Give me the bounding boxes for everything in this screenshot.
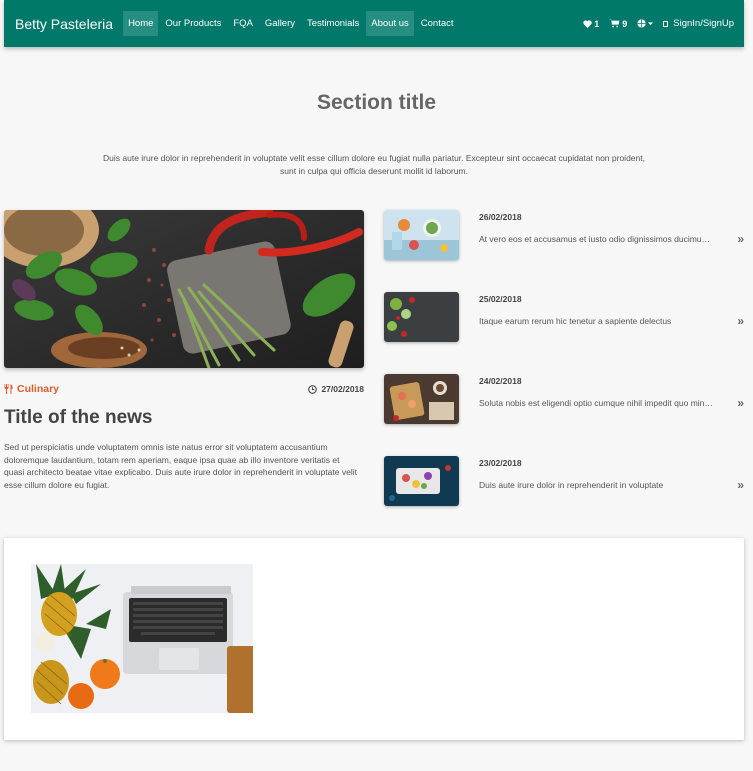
side-news-text: Itaque earum rerum hic tenetur a sapient…: [479, 316, 672, 326]
side-news-date: 26/02/2018: [479, 212, 522, 222]
brand-logo[interactable]: Betty Pasteleria: [15, 16, 113, 32]
user-icon: [663, 20, 669, 27]
featured-date-label: 27/02/2018: [321, 384, 364, 394]
top-navbar: Betty Pasteleria Home Our Products FQA G…: [4, 0, 744, 47]
caret-down-icon: [648, 21, 654, 25]
nav-link-contact[interactable]: Contact: [416, 11, 459, 36]
side-news-text: Soluta nobis est eligendi optio cumque n…: [479, 398, 714, 408]
wishlist-count: 1: [594, 18, 600, 29]
side-news-thumbnail: [384, 292, 459, 342]
news-category[interactable]: Culinary: [4, 383, 59, 395]
cart-icon: [609, 19, 620, 28]
nav-link-our-products[interactable]: Our Products: [160, 11, 226, 36]
language-dropdown[interactable]: [637, 19, 654, 28]
laptop-pineapple-image: [31, 564, 253, 713]
featured-news-meta: Culinary 27/02/2018: [4, 383, 364, 395]
side-news-text: Duis aute irure dolor in reprehenderit i…: [479, 480, 664, 490]
featured-news-image[interactable]: [4, 210, 364, 368]
content-card: [4, 538, 744, 740]
section-description: Duis aute irure dolor in reprehenderit i…: [103, 153, 645, 176]
globe-icon: [637, 19, 646, 28]
nav-link-fqa[interactable]: FQA: [228, 11, 258, 36]
nav-actions: 1 9 SignIn/SignUp: [583, 18, 734, 29]
fork-knife-icon: [4, 384, 13, 394]
category-label: Culinary: [17, 383, 60, 395]
side-news-item[interactable]: 23/02/2018 Duis aute irure dolor in repr…: [384, 456, 744, 506]
featured-news-date: 27/02/2018: [308, 384, 364, 394]
featured-news-body: Sed ut perspiciatis unde voluptatem omni…: [4, 442, 357, 490]
wishlist-button[interactable]: 1: [583, 19, 599, 29]
side-news-thumbnail: [384, 210, 459, 260]
heart-icon: [583, 19, 592, 28]
nav-link-home[interactable]: Home: [123, 11, 159, 36]
side-news-item[interactable]: 25/02/2018 Itaque earum rerum hic tenetu…: [384, 292, 744, 342]
clock-icon: [308, 384, 318, 394]
double-chevron-right-icon[interactable]: »: [737, 478, 744, 492]
side-news-text: At vero eos et accusamus et iusto odio d…: [479, 234, 714, 244]
signin-link[interactable]: SignIn/SignUp: [663, 18, 734, 29]
side-news-date: 25/02/2018: [479, 294, 522, 304]
side-news-item[interactable]: 26/02/2018 At vero eos et accusamus et i…: [384, 210, 744, 260]
nav-link-gallery[interactable]: Gallery: [260, 11, 300, 36]
cart-count: 9: [622, 18, 628, 29]
side-news-date: 24/02/2018: [479, 376, 522, 386]
side-news-thumbnail: [384, 374, 459, 424]
cart-button[interactable]: 9: [609, 19, 627, 29]
nav-links: Home Our Products FQA Gallery Testimonia…: [123, 0, 460, 47]
signin-label: SignIn/SignUp: [673, 18, 734, 29]
side-news-date: 23/02/2018: [479, 458, 522, 468]
section-title: Section title: [316, 91, 437, 114]
double-chevron-right-icon[interactable]: »: [737, 396, 744, 410]
side-news-thumbnail: [384, 456, 459, 506]
featured-news-title[interactable]: Title of the news: [4, 407, 153, 429]
side-news-item[interactable]: 24/02/2018 Soluta nobis est eligendi opt…: [384, 374, 744, 424]
double-chevron-right-icon[interactable]: »: [737, 314, 744, 328]
nav-link-testimonials[interactable]: Testimonials: [302, 11, 364, 36]
nav-link-about-us[interactable]: About us: [366, 11, 414, 36]
double-chevron-right-icon[interactable]: »: [737, 232, 744, 246]
